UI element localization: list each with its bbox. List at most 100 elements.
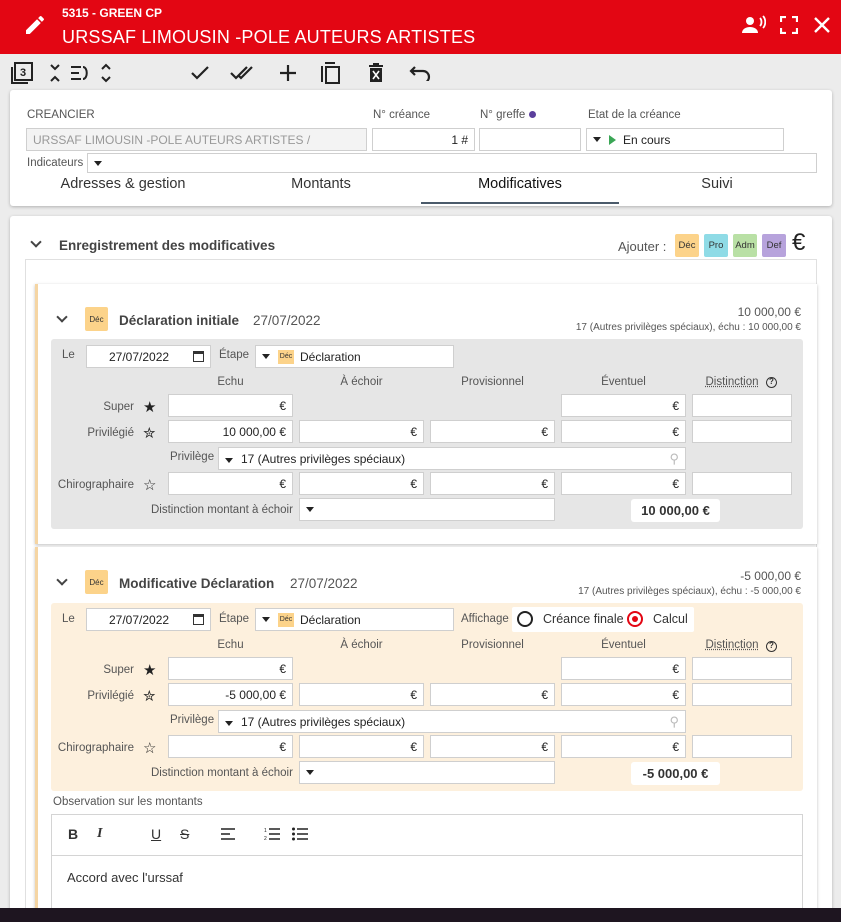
calendar-icon[interactable]	[193, 351, 204, 362]
add-provisionnel-button[interactable]: Pro	[704, 234, 728, 257]
card1-etape-select[interactable]: Déc Déclaration	[255, 345, 454, 368]
greffe-number-field[interactable]	[479, 128, 581, 151]
bold-icon[interactable]: B	[68, 826, 78, 842]
edit-icon[interactable]	[22, 12, 48, 38]
strikethrough-icon[interactable]: S	[180, 826, 189, 842]
header-title: URSSAF LIMOUSIN -POLE AUTEURS ARTISTES	[62, 27, 476, 47]
card2-privilegie-echu[interactable]: -5 000,00 €	[168, 683, 293, 706]
check-icon[interactable]	[187, 60, 213, 86]
card1-chiro-distinction[interactable]	[692, 472, 792, 495]
card1-etape-value: Déclaration	[300, 349, 361, 364]
radio-creance-finale[interactable]	[517, 611, 533, 627]
privilege-label: Privilège	[170, 451, 215, 463]
creance-number-field[interactable]: 1 #	[372, 128, 475, 151]
creance-finale-label[interactable]: Créance finale	[543, 612, 624, 626]
card2-chiro-echu[interactable]: €	[168, 735, 293, 758]
card2-distinction-montant-select[interactable]	[299, 761, 555, 784]
card2-privilegie-aechoir[interactable]: €	[299, 683, 424, 706]
card1-super-distinction[interactable]	[692, 394, 792, 417]
card2-super-echu[interactable]: €	[168, 657, 293, 680]
add-icon[interactable]	[275, 60, 301, 86]
caret-down-icon	[306, 770, 314, 775]
card1-privilegie-eventuel[interactable]: €	[561, 420, 686, 443]
card2-date-input[interactable]: 27/07/2022	[86, 608, 211, 631]
search-icon[interactable]: ⚲	[669, 451, 679, 467]
tab-montants[interactable]: Montants	[238, 176, 404, 192]
tab-adresses-gestion[interactable]: Adresses & gestion	[40, 176, 206, 192]
card2-super-distinction[interactable]	[692, 657, 792, 680]
tab-suivi[interactable]: Suivi	[634, 176, 800, 192]
add-admission-button[interactable]: Adm	[733, 234, 757, 257]
card2-total: -5 000,00 €	[631, 762, 720, 785]
card2-privilegie-provisionnel[interactable]: €	[430, 683, 555, 706]
dec-badge: Déc	[85, 570, 108, 594]
indicateurs-select[interactable]	[87, 153, 817, 173]
add-definitif-button[interactable]: Def	[762, 234, 786, 257]
calendar-icon[interactable]	[193, 614, 204, 625]
card1-super-echu[interactable]: €	[168, 394, 293, 417]
card1-chiro-aechoir[interactable]: €	[299, 472, 424, 495]
page-badge: 3	[20, 67, 26, 79]
underline-icon[interactable]: U	[151, 826, 161, 842]
card1-distinction-montant-select[interactable]	[299, 498, 555, 521]
col-provisionnel: Provisionnel	[461, 639, 524, 651]
euro-icon[interactable]: €	[792, 229, 805, 257]
radio-calcul[interactable]	[627, 611, 643, 627]
row-super-label: Super	[103, 664, 134, 676]
voice-user-icon[interactable]	[741, 12, 767, 38]
card1-privilegie-provisionnel[interactable]: €	[430, 420, 555, 443]
indent-list-icon[interactable]	[68, 60, 94, 86]
copy-icon[interactable]	[318, 60, 344, 86]
tab-modificatives[interactable]: Modificatives	[421, 176, 619, 192]
expand-all-icon[interactable]	[93, 60, 119, 86]
delete-icon[interactable]	[363, 60, 389, 86]
search-icon[interactable]: ⚲	[669, 714, 679, 730]
close-icon[interactable]	[809, 12, 835, 38]
observation-text[interactable]: Accord avec l'urssaf	[67, 870, 183, 885]
fullscreen-icon[interactable]	[776, 12, 802, 38]
card2-privilegie-distinction[interactable]	[692, 683, 792, 706]
card1-chiro-echu[interactable]: €	[168, 472, 293, 495]
card1-date-input[interactable]: 27/07/2022	[86, 345, 211, 368]
svg-text:1: 1	[264, 828, 267, 834]
creancier-field[interactable]: URSSAF LIMOUSIN -POLE AUTEURS ARTISTES /	[26, 128, 367, 151]
calcul-label[interactable]: Calcul	[653, 612, 688, 626]
card2-chiro-provisionnel[interactable]: €	[430, 735, 555, 758]
italic-icon[interactable]: I	[97, 826, 102, 842]
bullet-list-icon[interactable]	[292, 827, 308, 844]
collapse-all-icon[interactable]	[42, 60, 68, 86]
card1-title: Déclaration initiale	[119, 313, 240, 328]
card1-super-eventuel[interactable]: €	[561, 394, 686, 417]
card2-super-eventuel[interactable]: €	[561, 657, 686, 680]
card2-title: Modificative Déclaration	[119, 576, 275, 591]
align-left-icon[interactable]	[221, 828, 235, 843]
help-dot-icon	[528, 111, 536, 118]
card1-privilegie-distinction[interactable]	[692, 420, 792, 443]
ajouter-label: Ajouter :	[618, 239, 667, 254]
numbered-list-icon[interactable]: 3	[9, 60, 35, 86]
card2-chiro-aechoir[interactable]: €	[299, 735, 424, 758]
etat-select[interactable]: En cours	[586, 128, 784, 151]
col-provisionnel: Provisionnel	[461, 376, 524, 388]
col-distinction: Distinction	[705, 639, 759, 651]
card1-privilege-select[interactable]: 17 (Autres privilèges spéciaux) ⚲	[218, 447, 686, 470]
col-aechoir: À échoir	[340, 376, 383, 388]
card1-chiro-provisionnel[interactable]: €	[430, 472, 555, 495]
ordered-list-icon[interactable]: 12	[264, 827, 280, 844]
add-declaration-button[interactable]: Déc	[675, 234, 699, 257]
card2-date: 27/07/2022	[290, 576, 358, 591]
card2-privilege-select[interactable]: 17 (Autres privilèges spéciaux) ⚲	[218, 710, 686, 733]
card1-privilegie-echu[interactable]: 10 000,00 €	[168, 420, 293, 443]
card1-privilegie-aechoir[interactable]: €	[299, 420, 424, 443]
card2-chiro-distinction[interactable]	[692, 735, 792, 758]
help-icon[interactable]: ?	[766, 641, 777, 652]
card2-privilegie-eventuel[interactable]: €	[561, 683, 686, 706]
card2-etape-select[interactable]: Déc Déclaration	[255, 608, 454, 631]
card2-date-value: 27/07/2022	[109, 612, 170, 627]
double-check-icon[interactable]	[230, 60, 256, 86]
card2-chiro-eventuel[interactable]: €	[561, 735, 686, 758]
card1-chiro-eventuel[interactable]: €	[561, 472, 686, 495]
help-icon[interactable]: ?	[766, 377, 777, 388]
undo-icon[interactable]	[407, 60, 433, 86]
le-label: Le	[62, 349, 75, 361]
